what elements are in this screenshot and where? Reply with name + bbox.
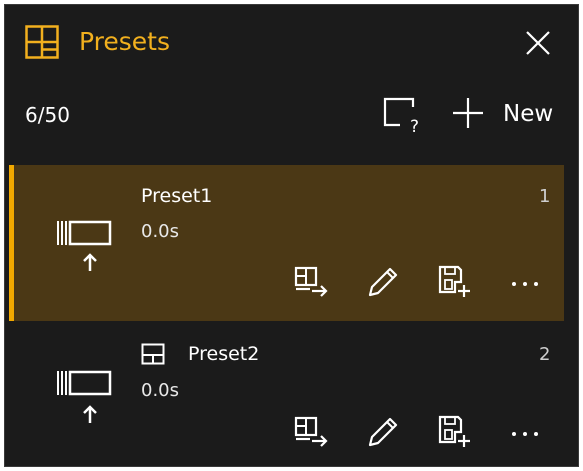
panel-title: Presets	[79, 27, 170, 56]
preset-count: 6/50	[25, 103, 70, 127]
preset-name: Preset2	[188, 343, 260, 365]
preset-index: 1	[539, 186, 551, 207]
preset-duration: 0.0s	[141, 380, 180, 401]
new-button-label: New	[503, 101, 554, 127]
preset-actions	[292, 262, 552, 302]
more-options-button[interactable]	[506, 412, 544, 450]
more-icon	[512, 282, 538, 286]
apply-preset-button[interactable]	[292, 412, 330, 450]
apply-preset-button[interactable]	[292, 262, 330, 300]
presets-panel: Presets 6/50 ? New Preset1 0.0s 1 Preset…	[4, 4, 579, 467]
help-screen-icon[interactable]: ?	[382, 95, 426, 135]
preset-actions	[292, 412, 552, 452]
svg-text:?: ?	[410, 117, 419, 135]
preset-item-1[interactable]: Preset1 0.0s 1	[9, 165, 564, 321]
selection-accent-bar	[9, 165, 14, 321]
save-as-preset-icon	[438, 415, 470, 447]
edit-pencil-icon	[368, 267, 398, 297]
edit-pencil-icon	[368, 417, 398, 447]
preset-item-2[interactable]: Preset2 0.0s 2	[9, 325, 564, 466]
panel-header: Presets	[5, 5, 578, 85]
preset-duration: 0.0s	[141, 221, 180, 242]
save-as-preset-button[interactable]	[435, 262, 473, 300]
edit-preset-button[interactable]	[364, 262, 402, 300]
preset-name: Preset1	[141, 185, 213, 207]
preset-index: 2	[539, 344, 551, 365]
preset-thumbnail-icon	[57, 370, 112, 423]
edit-preset-button[interactable]	[364, 412, 402, 450]
save-as-preset-icon	[438, 265, 470, 297]
apply-preset-icon	[294, 266, 328, 297]
more-options-button[interactable]	[506, 262, 544, 300]
layout-grid-icon	[25, 25, 59, 59]
more-icon	[512, 432, 538, 436]
close-icon[interactable]	[523, 28, 553, 58]
apply-preset-icon	[294, 416, 328, 447]
plus-icon	[453, 98, 483, 128]
new-preset-button[interactable]: New	[451, 93, 565, 135]
layout-icon	[141, 343, 165, 365]
preset-thumbnail-icon	[57, 220, 112, 271]
save-as-preset-button[interactable]	[435, 412, 473, 450]
